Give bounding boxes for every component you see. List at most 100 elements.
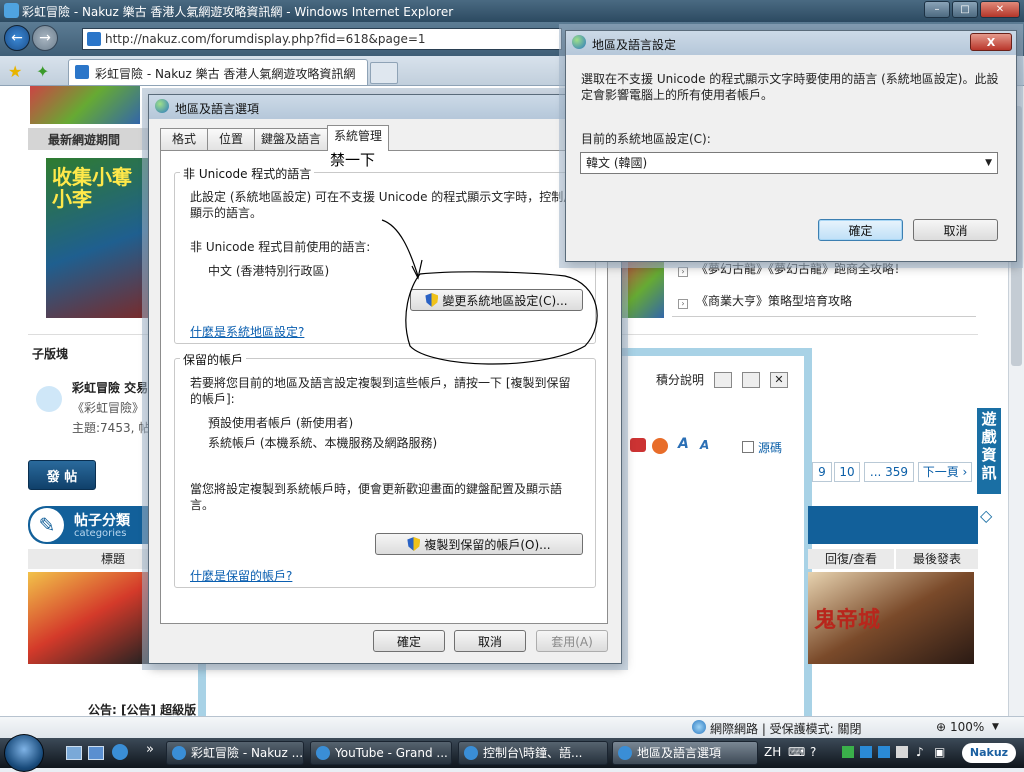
- internet-zone-icon: [692, 720, 706, 734]
- current-language-label: 非 Unicode 程式目前使用的語言:: [190, 240, 371, 254]
- nakuz-logo: Nakuz: [962, 743, 1016, 763]
- non-unicode-group-legend: 非 Unicode 程式的語言: [180, 165, 315, 182]
- next-page-link[interactable]: 下一頁 ›: [918, 462, 972, 482]
- font-size-down-icon[interactable]: A: [700, 438, 709, 452]
- browser-tab-title: 彩虹冒險 - Nakuz 樂古 香港人氣網遊攻略資訊網: [95, 67, 356, 81]
- game-thumbnail-image[interactable]: [622, 258, 664, 318]
- pager-link[interactable]: 9: [812, 462, 832, 482]
- post-button[interactable]: 發 帖: [28, 460, 96, 490]
- system-locale-value: 韓文 (韓國): [586, 156, 648, 170]
- locale-dialog-close-button[interactable]: X: [970, 33, 1012, 51]
- what-is-locale-link[interactable]: 什麼是系統地區設定?: [190, 323, 304, 340]
- forum-desc: 《彩虹冒險》: [72, 401, 145, 415]
- locale-ok-button[interactable]: 確定: [818, 219, 903, 241]
- pager-link[interactable]: ... 359: [864, 462, 914, 482]
- taskbar-item-label: YouTube - Grand ...: [335, 746, 448, 760]
- footer-announcement[interactable]: 公告: [公告] 超級版: [88, 702, 196, 716]
- tab-administrative[interactable]: 系統管理: [327, 125, 389, 151]
- switch-windows-icon[interactable]: [88, 746, 104, 760]
- youtube-icon[interactable]: [630, 438, 646, 452]
- globe-icon: [572, 35, 586, 49]
- divider: [672, 316, 976, 317]
- ok-button[interactable]: 確定: [373, 630, 445, 652]
- address-url: http://nakuz.com/forumdisplay.php?fid=61…: [105, 32, 426, 46]
- show-desktop-icon[interactable]: [66, 746, 82, 760]
- close-icon[interactable]: ✕: [770, 372, 788, 388]
- favorites-star-icon[interactable]: ★: [8, 62, 22, 81]
- keyboard-icon[interactable]: ⌨: [788, 745, 805, 759]
- close-window-button[interactable]: ✕: [980, 1, 1020, 18]
- quicklaunch-chevron[interactable]: »: [146, 742, 154, 757]
- tray-app-icon[interactable]: [842, 746, 854, 758]
- network-icon[interactable]: ▣: [934, 745, 945, 759]
- sub-forum-header: 子版塊: [32, 347, 69, 361]
- credits-label[interactable]: 積分說明: [656, 372, 704, 388]
- tab-location[interactable]: 位置: [207, 128, 255, 150]
- tray-app-icon[interactable]: [860, 746, 872, 758]
- list-item[interactable]: › 《夢幻古龍》《夢幻古龍》跑商全攻略！: [678, 260, 906, 277]
- add-favorite-icon[interactable]: ✦: [36, 62, 49, 81]
- maximize-icon[interactable]: [742, 372, 760, 388]
- copy-to-reserved-button[interactable]: 複製到保留的帳戶(O)...: [375, 533, 583, 555]
- reserved-accounts-description: 若要將您目前的地區及語言設定複製到這些帳戶，請按一下 [複製到保留的帳戶]:: [190, 376, 571, 406]
- maximize-button[interactable]: □: [952, 1, 978, 18]
- volume-icon[interactable]: ♪: [916, 745, 924, 759]
- start-button[interactable]: [4, 734, 44, 772]
- input-language-indicator[interactable]: ZH: [764, 745, 781, 759]
- source-code-label: 源碼: [758, 441, 783, 455]
- collapse-arrows-icon[interactable]: ◇: [980, 506, 998, 525]
- zoom-level[interactable]: 100%: [950, 720, 984, 734]
- locale-cancel-button[interactable]: 取消: [913, 219, 998, 241]
- tray-app-icon[interactable]: [878, 746, 890, 758]
- ie-quicklaunch-icon[interactable]: [112, 744, 128, 760]
- back-button[interactable]: ←: [4, 25, 30, 51]
- account-default-user: 預設使用者帳戶 (新使用者): [208, 416, 354, 430]
- taskbar-item-regional[interactable]: 地區及語言選項: [612, 741, 758, 765]
- taskbar-item-ie[interactable]: 彩虹冒險 - Nakuz ...: [166, 741, 304, 765]
- what-is-reserved-link[interactable]: 什麼是保留的帳戶?: [190, 567, 292, 584]
- new-tab-button[interactable]: [370, 62, 398, 84]
- categories-subtitle: categories: [74, 528, 127, 539]
- apply-button[interactable]: 套用(A): [536, 630, 608, 652]
- help-icon[interactable]: ?: [810, 745, 816, 759]
- taskbar-item-control-panel[interactable]: 控制台\時鐘、語...: [458, 741, 608, 765]
- minimize-button[interactable]: –: [924, 1, 950, 18]
- forward-button[interactable]: →: [32, 25, 58, 51]
- system-locale-select[interactable]: 韓文 (韓國) ▼: [580, 152, 998, 174]
- globe-icon: [155, 99, 169, 113]
- locale-dialog-title: 地區及語言設定: [592, 38, 677, 52]
- game-banner-image[interactable]: [30, 86, 140, 124]
- game-info-side-tab[interactable]: 遊戲資訊: [977, 408, 1001, 494]
- regional-dialog-titlebar[interactable]: 地區及語言選項: [149, 95, 621, 119]
- tab-keyboards[interactable]: 鍵盤及語言: [254, 128, 328, 150]
- ie-status-bar: 網際網路 | 受保護模式: 關閉 ⊕ 100% ▼: [0, 716, 1024, 738]
- popup-icon[interactable]: [714, 372, 732, 388]
- globe-icon: [618, 746, 632, 760]
- promo-text: 收集小奪小李: [52, 165, 132, 211]
- copy-settings-note: 當您將設定複製到系統帳戶時，便會更新歡迎畫面的鍵盤配置及顯示語言。: [190, 482, 563, 512]
- copy-to-reserved-label: 複製到保留的帳戶(O)...: [424, 537, 551, 552]
- taskbar-item-label: 地區及語言選項: [637, 746, 722, 760]
- categories-title: 帖子分類: [74, 513, 130, 529]
- tray-app-icon[interactable]: [896, 746, 908, 758]
- list-item[interactable]: › 《商業大亨》策略型培育攻略: [678, 292, 852, 309]
- uac-shield-icon: [407, 537, 421, 551]
- cancel-button[interactable]: 取消: [454, 630, 526, 652]
- source-code-checkbox[interactable]: [742, 441, 754, 453]
- forum-name[interactable]: 彩虹冒險 交易: [72, 380, 148, 396]
- promo-anime-image[interactable]: 收集小奪小李: [46, 158, 150, 318]
- taskbar-item-youtube[interactable]: YouTube - Grand ...: [310, 741, 452, 765]
- ad-warrior-image[interactable]: 鬼帝城: [808, 572, 974, 664]
- ie-title-bar: 彩虹冒險 - Nakuz 樂古 香港人氣網遊攻略資訊網 - Windows In…: [0, 0, 1024, 22]
- address-input[interactable]: http://nakuz.com/forumdisplay.php?fid=61…: [82, 28, 562, 50]
- pager-link[interactable]: 10: [834, 462, 860, 482]
- handwritten-annotation: 禁一下: [330, 151, 376, 169]
- browser-tab-active[interactable]: 彩虹冒險 - Nakuz 樂古 香港人氣網遊攻略資訊網: [68, 59, 368, 85]
- ad-character-image[interactable]: [28, 572, 148, 664]
- security-zone-text[interactable]: 網際網路 | 受保護模式: 關閉: [710, 720, 862, 737]
- smiley-icon[interactable]: [652, 438, 668, 454]
- tab-formats[interactable]: 格式: [160, 128, 208, 150]
- locale-dialog-titlebar[interactable]: 地區及語言設定: [566, 31, 1016, 55]
- zoom-chevron-down-icon[interactable]: ▼: [992, 722, 999, 732]
- font-size-up-icon[interactable]: A: [678, 436, 689, 452]
